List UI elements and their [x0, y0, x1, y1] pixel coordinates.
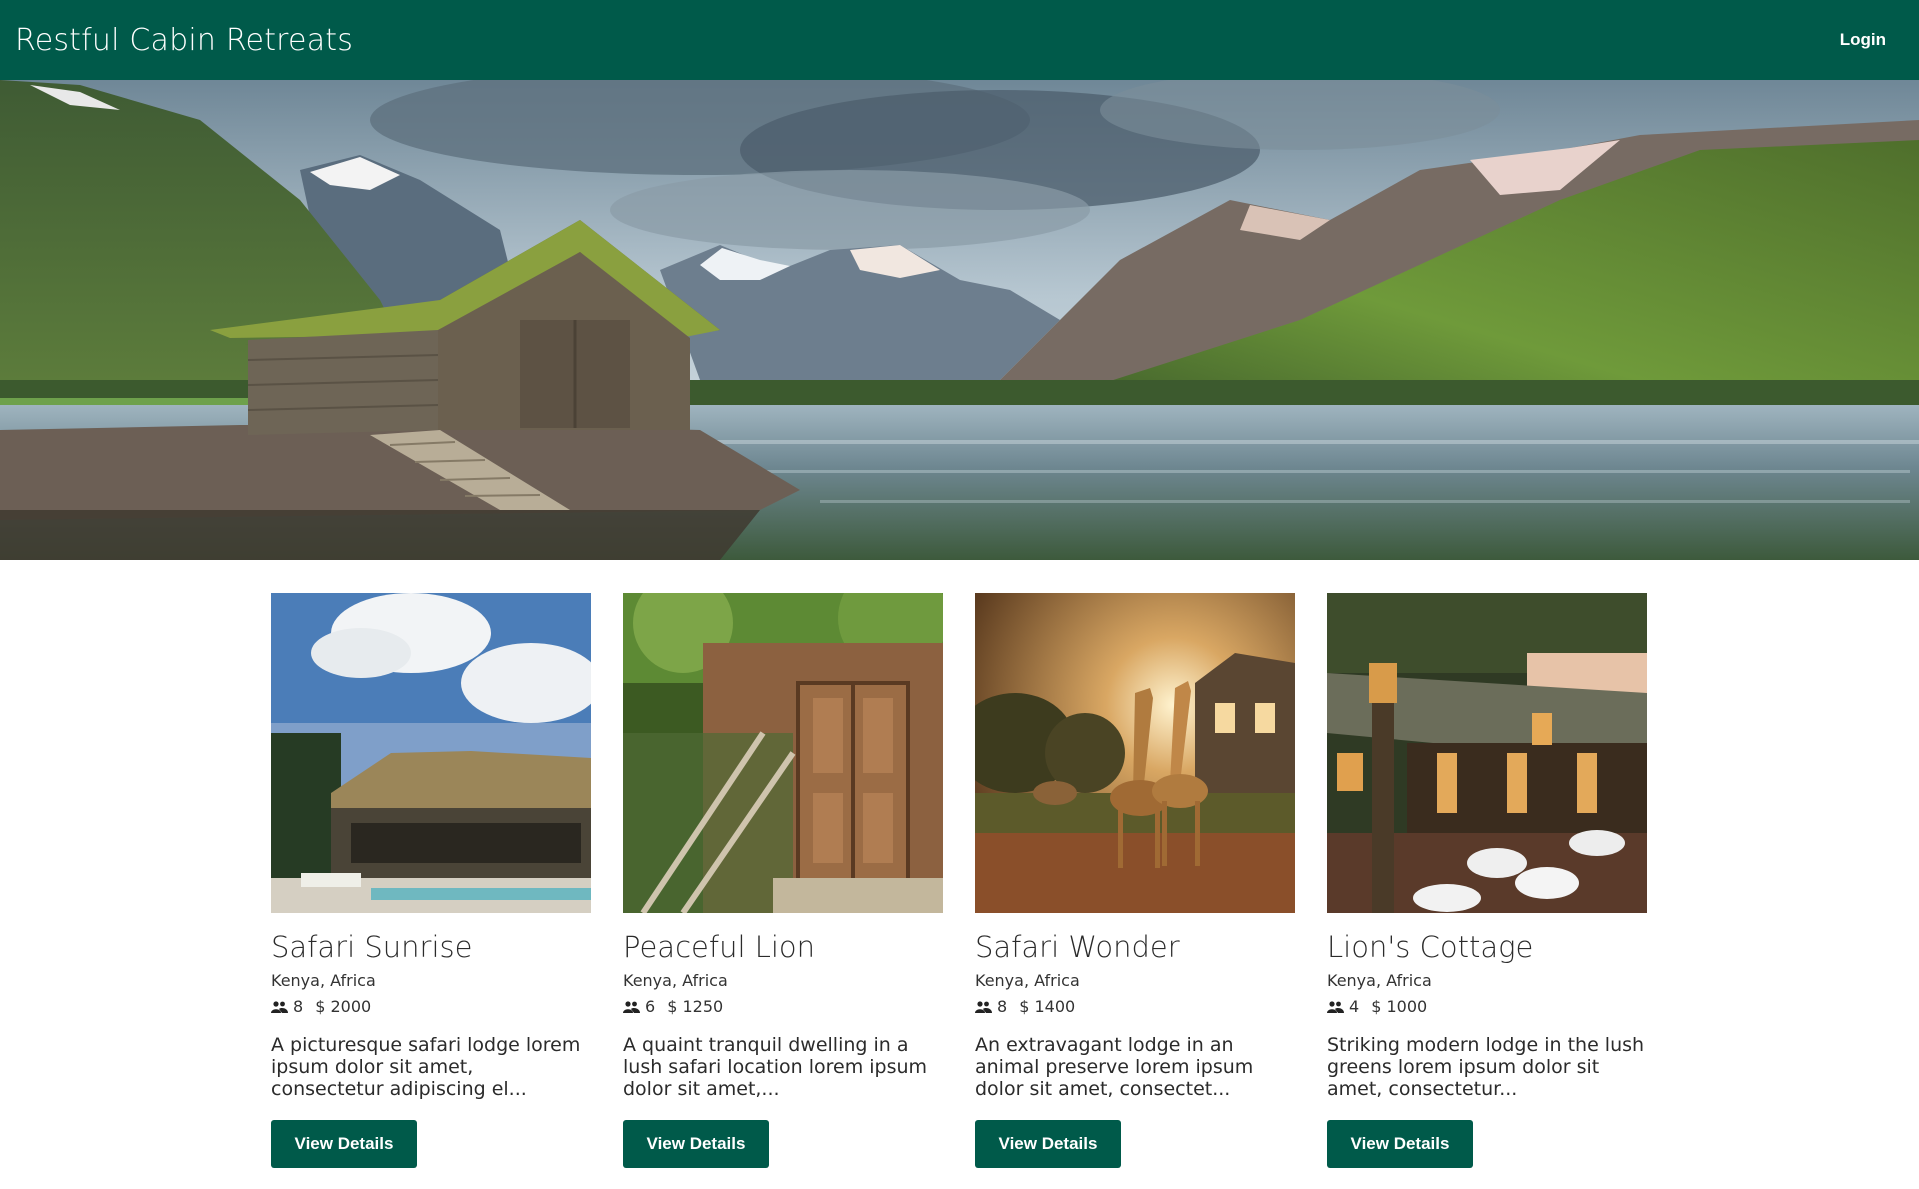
card-title[interactable]: Safari Wonder [975, 929, 1295, 965]
cabin-card-grid: Safari Sunrise Kenya, Africa 8 $ 2000 A … [271, 593, 1651, 1173]
people-icon [271, 1001, 288, 1013]
cabin-card: Safari Sunrise Kenya, Africa 8 $ 2000 A … [271, 593, 591, 1168]
card-guests: 8 [293, 997, 304, 1016]
cabin-card: Peaceful Lion Kenya, Africa 6 $ 1250 A q… [623, 593, 943, 1168]
view-details-button[interactable]: View Details [623, 1120, 769, 1168]
card-location: Kenya, Africa [271, 971, 376, 990]
top-navbar: Restful Cabin Retreats Login [0, 0, 1919, 80]
card-image[interactable] [623, 593, 943, 913]
card-price: $ 1250 [667, 997, 724, 1016]
card-title[interactable]: Safari Sunrise [271, 929, 591, 965]
card-description: A picturesque safari lodge lorem ipsum d… [271, 1034, 581, 1100]
cabin-card: Lion's Cottage Kenya, Africa 4 $ 1000 St… [1327, 593, 1647, 1168]
card-title[interactable]: Lion's Cottage [1327, 929, 1647, 965]
people-icon [975, 1001, 992, 1013]
card-meta: 4 $ 1000 [1327, 997, 1647, 1017]
card-title[interactable]: Peaceful Lion [623, 929, 943, 965]
card-guests: 8 [997, 997, 1008, 1016]
card-guests: 4 [1349, 997, 1360, 1016]
brand-title[interactable]: Restful Cabin Retreats [15, 23, 353, 58]
lake-cabin-mountains-photo [0, 80, 1919, 560]
cabin-card: Safari Wonder Kenya, Africa 8 $ 1400 An … [975, 593, 1295, 1168]
hero-banner [0, 80, 1919, 560]
view-details-button[interactable]: View Details [1327, 1120, 1473, 1168]
card-description: A quaint tranquil dwelling in a lush saf… [623, 1034, 928, 1100]
card-image[interactable] [1327, 593, 1647, 913]
card-location: Kenya, Africa [975, 971, 1080, 990]
people-icon [1327, 1001, 1344, 1013]
card-meta: 8 $ 1400 [975, 997, 1295, 1017]
card-description: An extravagant lodge in an animal preser… [975, 1034, 1254, 1100]
login-link[interactable]: Login [1840, 30, 1886, 50]
card-price: $ 1000 [1371, 997, 1428, 1016]
lantern-terrace-photo [1327, 593, 1647, 913]
view-details-button[interactable]: View Details [271, 1120, 417, 1168]
card-description: Striking modern lodge in the lush greens… [1327, 1034, 1645, 1100]
card-price: $ 2000 [315, 997, 372, 1016]
thatched-lodge-photo [271, 593, 591, 913]
view-details-button[interactable]: View Details [975, 1120, 1121, 1168]
card-price: $ 1400 [1019, 997, 1076, 1016]
card-meta: 6 $ 1250 [623, 997, 943, 1017]
giraffes-manor-photo [975, 593, 1295, 913]
card-location: Kenya, Africa [1327, 971, 1432, 990]
card-image[interactable] [975, 593, 1295, 913]
people-icon [623, 1001, 640, 1013]
card-location: Kenya, Africa [623, 971, 728, 990]
card-guests: 6 [645, 997, 656, 1016]
card-image[interactable] [271, 593, 591, 913]
card-meta: 8 $ 2000 [271, 997, 591, 1017]
wooden-door-cabin-photo [623, 593, 943, 913]
